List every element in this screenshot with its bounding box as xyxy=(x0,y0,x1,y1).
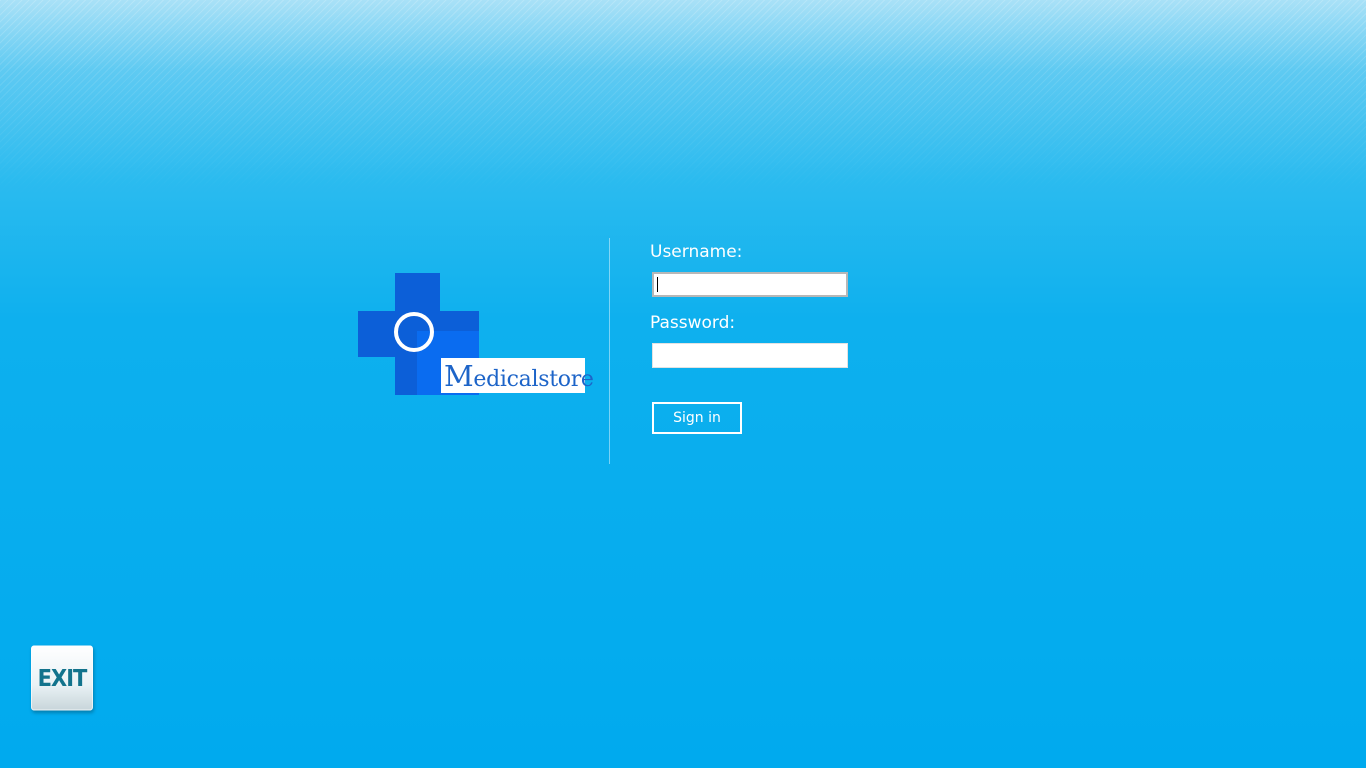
username-field[interactable] xyxy=(652,272,848,297)
logo-wordmark: Medicalstore xyxy=(441,358,594,393)
logo-wordmark-initial: M xyxy=(444,359,474,393)
text-cursor xyxy=(657,277,658,292)
vertical-divider xyxy=(609,238,610,464)
background-stripes xyxy=(0,0,1366,200)
logo-wordmark-rest: edicalstore xyxy=(473,367,594,392)
password-label: Password: xyxy=(650,313,736,333)
logo-circle xyxy=(394,312,434,352)
exit-button[interactable]: EXIT xyxy=(31,645,93,711)
password-field[interactable] xyxy=(652,343,848,368)
medicalstore-logo: Medicalstore xyxy=(358,273,594,395)
username-label: Username: xyxy=(650,242,743,262)
sign-in-button[interactable]: Sign in xyxy=(652,402,742,434)
